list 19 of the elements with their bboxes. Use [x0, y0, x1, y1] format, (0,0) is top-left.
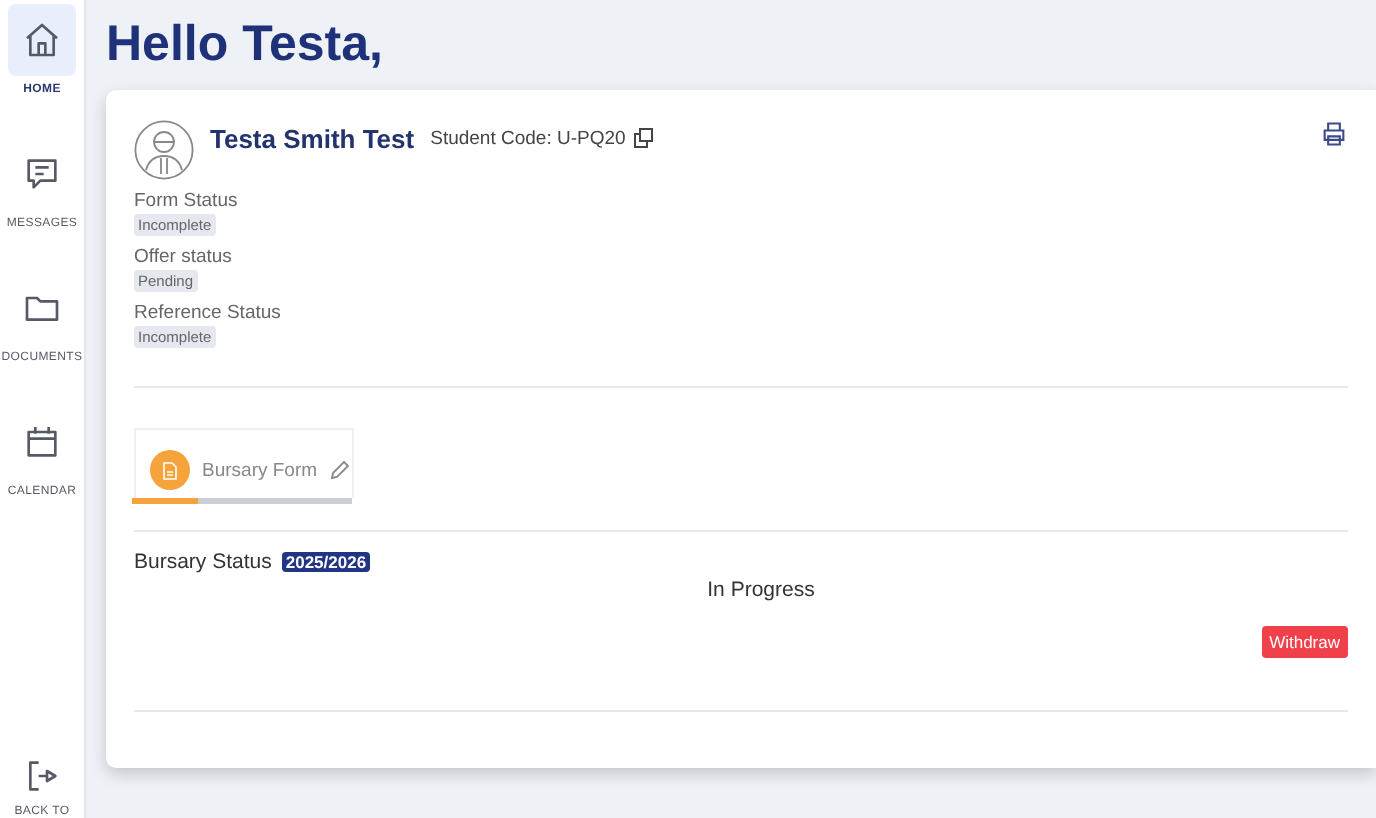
status-label: Offer status: [134, 246, 232, 270]
calendar-icon: [22, 422, 62, 462]
status-label: Form Status: [134, 190, 238, 214]
withdraw-button[interactable]: Withdraw: [1261, 626, 1348, 658]
year-badge: 2025/2026: [281, 552, 371, 572]
form-title: Bursary Form: [202, 459, 318, 481]
document-icon: [150, 450, 190, 490]
print-button[interactable]: [1320, 120, 1348, 148]
bursary-status: In Progress: [707, 578, 815, 602]
message-icon: [22, 154, 62, 194]
student-code: Student Code: U-PQ20: [430, 128, 626, 150]
student-name: Testa Smith Test: [210, 124, 415, 154]
greeting-heading: Hello Testa,: [106, 14, 385, 74]
pencil-icon[interactable]: [329, 460, 350, 480]
bursary-label: Bursary Status: [134, 550, 272, 574]
copy-icon[interactable]: [633, 128, 654, 148]
home-icon: [22, 20, 62, 60]
avatar-icon: [134, 120, 194, 180]
status-label: Reference Status: [134, 302, 281, 326]
